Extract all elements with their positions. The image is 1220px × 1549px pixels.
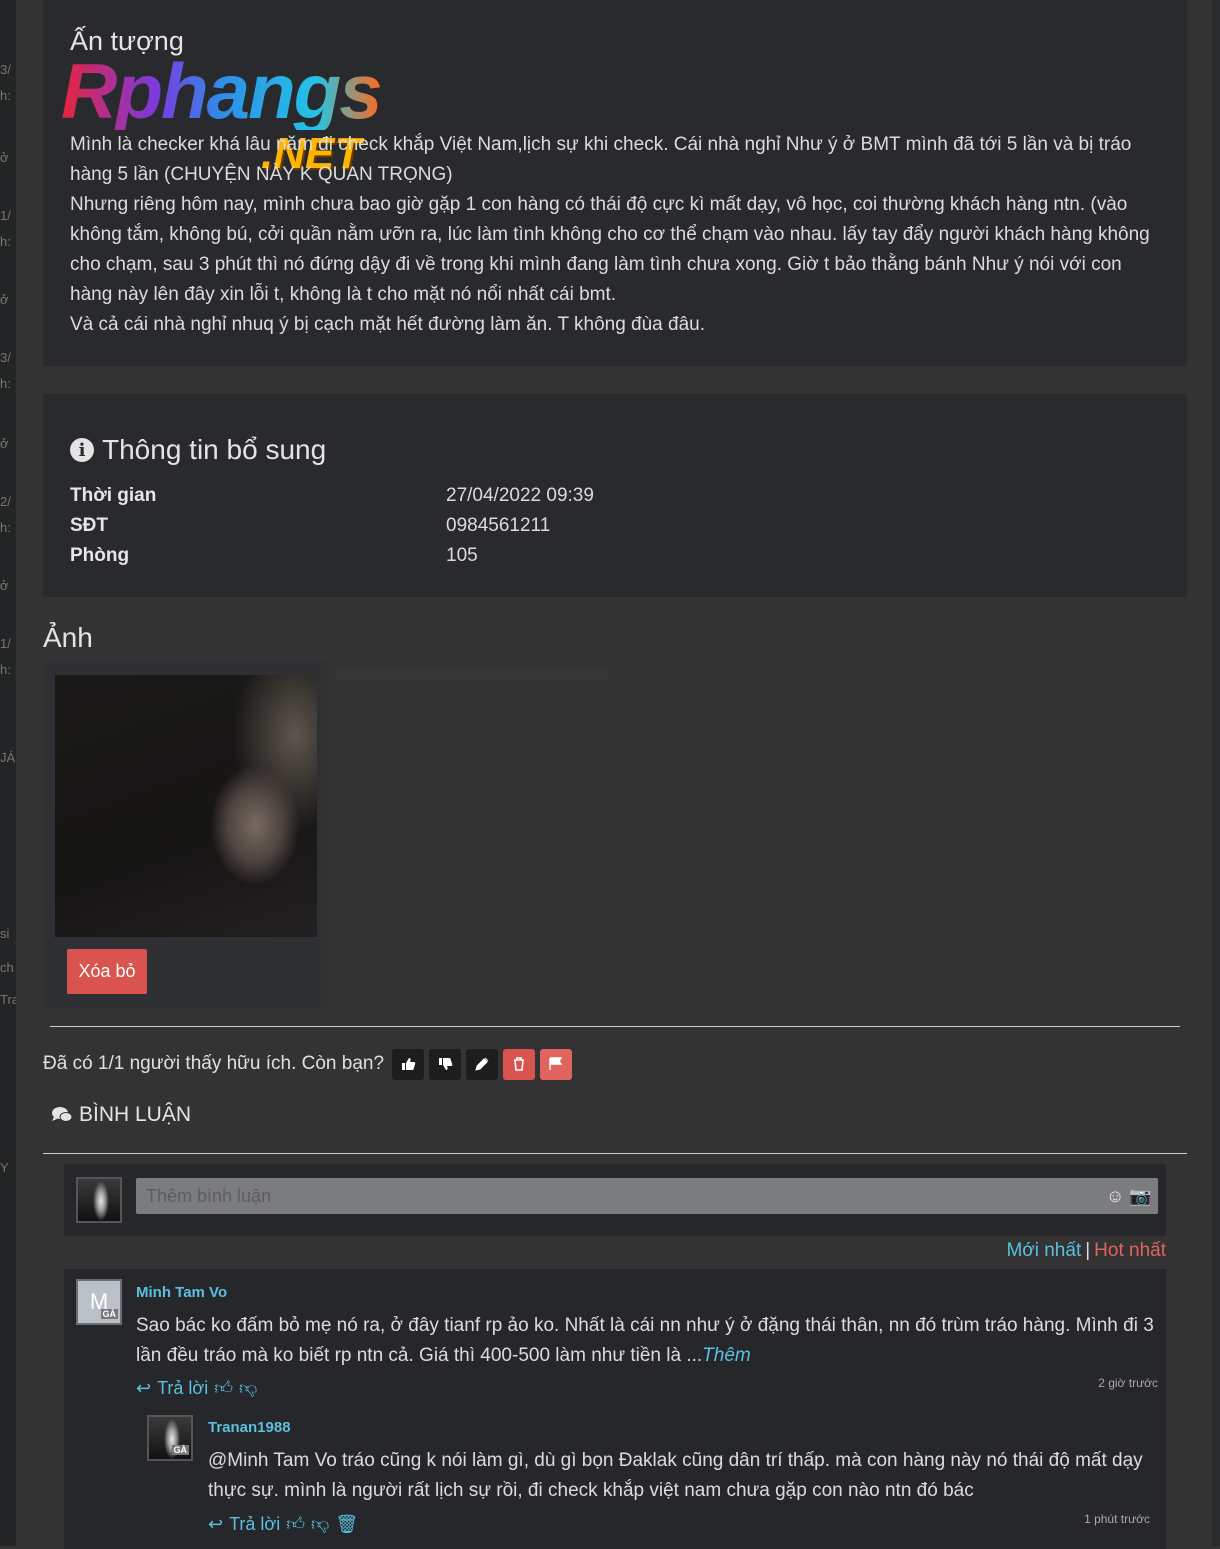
rank-badge: GÀ xyxy=(100,1309,118,1319)
sidebar-fragment: ở xyxy=(0,578,9,593)
sort-options: Mới nhất | Hot nhất xyxy=(1006,1240,1166,1262)
sidebar-fragment: h: xyxy=(0,88,11,103)
sidebar-fragment: h: xyxy=(0,234,11,249)
emoji-icon[interactable]: ☺ xyxy=(1106,1186,1124,1206)
reply-icon[interactable]: ↩ xyxy=(208,1514,223,1535)
sidebar-fragment: ở xyxy=(0,436,9,451)
comment-author[interactable]: Minh Tam Vo xyxy=(136,1284,227,1301)
info-key: SĐT xyxy=(70,515,108,536)
user-avatar xyxy=(76,1177,122,1223)
delete-photo-button[interactable]: Xóa bỏ xyxy=(67,949,147,994)
sidebar-fragment: 3/ xyxy=(0,350,11,365)
helpful-row: Đã có 1/1 người thấy hữu ích. Còn bạn? xyxy=(43,1048,573,1080)
comment-body: Sao bác ko đấm bỏ mẹ nó ra, ở đây tianf … xyxy=(136,1315,1154,1366)
delete-button[interactable] xyxy=(503,1048,536,1080)
info-value: 105 xyxy=(446,545,478,566)
comment-input[interactable] xyxy=(136,1178,1158,1214)
photo-card: Xóa bỏ xyxy=(43,662,327,1008)
sort-separator: | xyxy=(1085,1240,1091,1261)
thumbs-up-icon[interactable]: 👍︎ xyxy=(214,1377,233,1399)
sidebar-fragment: 1/ xyxy=(0,636,11,651)
thumbs-down-icon xyxy=(439,1058,453,1070)
sidebar-fragment: ch xyxy=(0,960,14,975)
reply-time: 1 phút trước xyxy=(1084,1512,1150,1526)
reply-actions: ↩ Trả lời 👍︎ 👎︎ 🗑︎ xyxy=(208,1513,358,1535)
sidebar-fragment: ở xyxy=(0,292,9,307)
sort-newest-link[interactable]: Mới nhất xyxy=(1006,1240,1081,1261)
read-more-link[interactable]: Thêm xyxy=(702,1345,751,1366)
sidebar-fragment: 3/ xyxy=(0,62,11,77)
helpful-text: Đã có 1/1 người thấy hữu ích. Còn bạn? xyxy=(43,1053,385,1074)
photo-thumbnail[interactable] xyxy=(55,675,317,937)
comment-actions: ↩ Trả lời 👍︎ 👎︎ xyxy=(136,1377,257,1399)
camera-icon[interactable]: 📷 xyxy=(1129,1186,1151,1206)
trash-icon[interactable]: 🗑︎ xyxy=(335,1514,358,1535)
story-panel: Ấn tượng Rphangs .NET Mình là checker kh… xyxy=(43,0,1187,366)
story-body: Mình là checker khá lâu năm đi check khắ… xyxy=(70,130,1162,340)
sidebar-fragment: JÁ xyxy=(0,750,16,765)
sidebar-fragment: ở xyxy=(0,150,9,165)
sidebar-fragment: h: xyxy=(0,520,11,535)
pencil-icon xyxy=(475,1057,489,1071)
composer-icons: ☺ 📷 xyxy=(1106,1186,1152,1207)
info-key: Thời gian xyxy=(70,485,157,506)
reply-text: @Minh Tam Vo tráo cũng k nói làm gì, dù … xyxy=(208,1450,1143,1501)
story-paragraph: Mình là checker khá lâu năm đi check khắ… xyxy=(70,134,1132,185)
info-title-text: Thông tin bổ sung xyxy=(102,434,327,465)
thumbs-down-icon[interactable]: 👎︎ xyxy=(311,1513,329,1535)
comment-composer: ☺ 📷 xyxy=(64,1164,1166,1236)
sidebar-fragment: Tra xyxy=(0,992,16,1007)
reply-link[interactable]: Trả lời xyxy=(157,1378,208,1399)
edit-button[interactable] xyxy=(466,1048,499,1080)
thumbs-down-icon[interactable]: 👎︎ xyxy=(239,1377,257,1399)
comment-time: 2 giờ trước xyxy=(1098,1376,1158,1390)
info-value: 27/04/2022 09:39 xyxy=(446,485,594,506)
comment-text: Sao bác ko đấm bỏ mẹ nó ra, ở đây tianf … xyxy=(136,1311,1156,1371)
divider xyxy=(50,1026,1180,1027)
reply-link[interactable]: Trả lời xyxy=(229,1514,280,1535)
info-panel: i Thông tin bổ sung Thời gian 27/04/2022… xyxy=(43,394,1187,597)
comments-title-text: BÌNH LUẬN xyxy=(79,1103,192,1126)
dislike-button[interactable] xyxy=(429,1048,462,1080)
rank-badge: GÀ xyxy=(171,1445,189,1455)
comments-icon xyxy=(52,1107,73,1122)
comment-thread: M GÀ Minh Tam Vo Sao bác ko đấm bỏ mẹ nó… xyxy=(64,1269,1166,1549)
photos-title: Ảnh xyxy=(43,622,93,653)
info-key: Phòng xyxy=(70,545,130,566)
reply-author[interactable]: Tranan1988 xyxy=(208,1419,291,1436)
sidebar-fragment: Y xyxy=(0,1160,9,1175)
info-value: 0984561211 xyxy=(446,515,551,536)
logo-brand: Rphangs xyxy=(61,47,383,135)
like-button[interactable] xyxy=(392,1048,425,1080)
report-button[interactable] xyxy=(540,1048,573,1080)
comments-title: BÌNH LUẬN xyxy=(51,1103,191,1127)
reply-avatar: GÀ xyxy=(147,1415,193,1461)
info-circle-icon: i xyxy=(70,438,94,462)
sidebar-fragment: si xyxy=(0,926,10,941)
background-right-fragment xyxy=(1212,0,1220,1546)
story-paragraph: Nhưng riêng hôm nay, mình chưa bao giờ g… xyxy=(70,194,1150,305)
thumbs-up-icon[interactable]: 👍︎ xyxy=(286,1513,305,1535)
sidebar-fragment: 1/ xyxy=(0,208,11,223)
sidebar-fragment: h: xyxy=(0,376,11,391)
sidebar-fragment: h: xyxy=(0,662,11,677)
thumbs-up-icon xyxy=(402,1058,416,1070)
info-title: i Thông tin bổ sung xyxy=(70,434,326,466)
sort-hot-link[interactable]: Hot nhất xyxy=(1094,1240,1166,1261)
background-sidebar-fragment: 3/ h: ở 1/ h: ở 3/ h: ở 2/ h: ở 1/ h: JÁ… xyxy=(0,0,16,1546)
sidebar-fragment: 2/ xyxy=(0,494,11,509)
story-paragraph: Và cả cái nhà nghỉ nhuq ý bị cạch mặt hế… xyxy=(70,314,706,335)
trash-icon xyxy=(514,1057,525,1071)
photo-loading-bar xyxy=(336,668,608,680)
avatar: M GÀ xyxy=(76,1279,122,1325)
reply-icon[interactable]: ↩ xyxy=(136,1378,151,1399)
flag-icon xyxy=(549,1057,563,1070)
divider xyxy=(43,1153,1187,1154)
